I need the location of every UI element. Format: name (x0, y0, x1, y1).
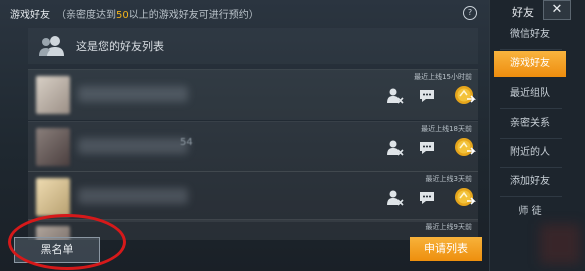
sidebar-title: 好友 (512, 6, 534, 19)
remove-friend-icon[interactable] (386, 87, 404, 105)
friend-row[interactable]: 54 最近上线18天前 (28, 121, 478, 172)
friend-name-blurred (78, 138, 188, 154)
intro-text: 这是您的好友列表 (76, 40, 164, 53)
panel-title: 游戏好友 (10, 9, 50, 21)
blacklist-button[interactable]: 黑名单 (14, 237, 100, 263)
last-online-text: 最近上线15小时前 (414, 73, 472, 81)
sidebar-item-nearby[interactable]: 附近的人 (494, 140, 566, 166)
sidebar-item-add-friend[interactable]: 添加好友 (494, 169, 566, 195)
last-online-text: 最近上线18天前 (421, 125, 472, 133)
apply-list-button[interactable]: 申请列表 (410, 237, 482, 261)
avatar (36, 178, 70, 216)
last-online-text: 最近上线9天前 (425, 223, 472, 231)
intimacy-notice: （亲密度达到50以上的游戏好友可进行预约） (56, 9, 259, 21)
chat-bubble-icon[interactable] (418, 87, 436, 105)
sidebar-item-game-friends[interactable]: 游戏好友 (494, 51, 566, 77)
gift-coin-icon[interactable] (454, 84, 476, 106)
sidebar-divider (500, 138, 562, 139)
remove-friend-icon[interactable] (386, 189, 404, 207)
gift-coin-icon[interactable] (454, 186, 476, 208)
sidebar-divider (500, 108, 562, 109)
sidebar-divider (500, 49, 562, 50)
friend-name-blurred (78, 86, 188, 102)
friend-name-suffix: 54 (180, 137, 193, 148)
avatar (36, 76, 70, 114)
gift-coin-icon[interactable] (454, 136, 476, 158)
friend-row[interactable]: 最近上线15小时前 (28, 69, 478, 120)
sidebar-item-recent-team[interactable]: 最近组队 (494, 81, 566, 107)
remove-friend-icon[interactable] (386, 139, 404, 157)
chat-bubble-icon[interactable] (418, 189, 436, 207)
avatar (36, 128, 70, 166)
last-online-text: 最近上线3天前 (425, 175, 472, 183)
friend-name-blurred (78, 188, 188, 204)
header: 游戏好友 （亲密度达到50以上的游戏好友可进行预约） (10, 5, 259, 21)
sidebar-item-intimacy[interactable]: 亲密关系 (494, 111, 566, 137)
people-icon (38, 34, 66, 58)
friend-list-intro: 这是您的好友列表 (28, 28, 478, 64)
sidebar-divider (500, 196, 562, 197)
sidebar-item-wechat-friends[interactable]: 微信好友 (494, 22, 566, 48)
sidebar-divider (500, 167, 562, 168)
friend-row[interactable]: 最近上线3天前 (28, 171, 478, 222)
background-decoration (540, 224, 580, 264)
help-icon[interactable]: ? (463, 6, 477, 20)
close-button[interactable]: ✕ (543, 0, 571, 20)
friends-main-panel: 游戏好友 （亲密度达到50以上的游戏好友可进行预约） ? 这是您的好友列表 最近… (0, 0, 489, 271)
sidebar-item-mentor[interactable]: 师 徒 (494, 199, 566, 225)
chat-bubble-icon[interactable] (418, 139, 436, 157)
